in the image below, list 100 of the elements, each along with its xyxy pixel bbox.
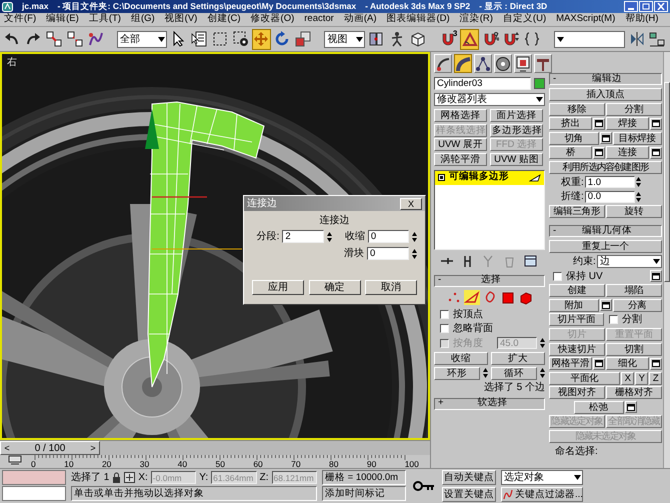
close-button[interactable]: X [400,198,422,210]
menu-item[interactable]: 图表编辑器(D) [386,14,450,25]
script-listener-field[interactable] [2,470,66,485]
panel-button[interactable]: 移除 [549,102,605,116]
panel-button[interactable]: 细化 [606,357,649,370]
time-slider-track[interactable]: < 0 / 100 > [0,440,430,455]
modifier-stack[interactable]: 可编辑多边形 [434,170,545,250]
menu-item[interactable]: 工具(T) [88,14,121,25]
panel-button[interactable]: 目标焊接 [612,132,662,145]
panel-button[interactable]: 平面化 [549,372,620,385]
scrollbar-thumb[interactable] [664,82,670,282]
script-listener-field[interactable] [2,486,66,501]
panel-button[interactable]: 焊接 [606,117,649,130]
rollout-header[interactable]: + 软选择 [434,398,545,410]
panel-button[interactable]: 编辑三角形 [549,204,605,218]
settings-button[interactable] [650,358,662,370]
rollout-header[interactable]: - 选择 [434,274,545,286]
settings-button[interactable] [650,118,662,130]
panel-button[interactable]: 栅格对齐 [606,386,662,400]
panel-button[interactable]: 桥 [549,146,592,160]
panel-tab[interactable] [454,54,472,73]
panel-button[interactable]: 切割 [606,342,662,356]
checkbox[interactable] [440,324,449,334]
dropdown[interactable] [554,30,626,48]
panel-button[interactable]: 收缩 [434,352,488,365]
menu-item[interactable]: 编辑(E) [46,14,79,25]
stack-tool-button[interactable] [522,254,538,268]
auto-key-button[interactable]: 自动关键点 [442,470,496,485]
modifier-button[interactable]: 面片选择 [490,109,543,122]
panel-button[interactable]: 分离 [612,298,662,312]
settings-button[interactable] [624,401,636,414]
panel-button[interactable]: 扩大 [491,352,545,365]
checkbox[interactable] [440,310,449,318]
scrollbar[interactable] [663,52,670,468]
input-field[interactable]: 0 [367,247,409,260]
axis-button[interactable]: Z [649,372,662,385]
panel-button[interactable]: 循环 [491,366,537,380]
modifier-button[interactable]: 网格选择 [434,109,487,122]
constraint-dropdown[interactable]: 边 [596,254,662,268]
settings-button[interactable] [600,132,612,144]
name-field[interactable]: Cylinder03 [434,77,531,90]
minimize-button[interactable] [624,1,638,12]
next-frame-button[interactable]: > [87,442,99,454]
menu-item[interactable]: 帮助(H) [625,14,658,25]
subobject-button[interactable] [518,290,534,304]
dialog-button[interactable]: 应用 [252,280,304,295]
panel-button[interactable]: 连接 [606,146,649,160]
settings-button[interactable] [650,146,662,159]
menu-item[interactable]: reactor [304,14,334,25]
modifier-list-dropdown[interactable]: 修改器列表 [434,93,545,106]
input-field[interactable]: 0 [368,230,409,243]
panel-button[interactable]: 切角 [549,132,598,145]
panel-button[interactable]: 环形 [434,366,480,380]
toolbar-button[interactable] [189,28,208,50]
checkbox[interactable] [609,315,618,324]
menu-item[interactable]: 视图(V) [164,14,198,25]
modifier-button[interactable]: 多边形选择 [490,124,543,136]
viewport[interactable]: 右 连接边 X 连接边 分段: 2 收缩 0 滑块 0 应用 确定 取消 [0,52,430,440]
menu-item[interactable]: 自定义(U) [502,14,546,25]
dropdown[interactable]: 全部 [117,30,167,48]
panel-button[interactable]: 塌陷 [606,284,662,298]
modifier-button[interactable]: 涡轮平滑 [434,152,487,166]
close-button[interactable] [654,1,668,12]
rollout-header[interactable]: - 编辑边 [549,73,662,85]
panel-button[interactable]: 视图对齐 [549,386,605,400]
menu-item[interactable]: 组(G) [130,14,155,25]
maximize-button[interactable] [639,1,653,12]
key-target-dropdown[interactable]: 选定对象 [501,470,583,485]
panel-button[interactable]: 快速切片 [549,342,605,356]
settings-button[interactable] [650,270,662,282]
panel-button[interactable]: 分割 [606,102,662,116]
checkbox[interactable] [553,272,562,281]
menu-item[interactable]: 渲染(R) [460,14,493,25]
settings-button[interactable] [593,358,605,370]
panel-button[interactable]: 松弛 [574,400,624,414]
rollout-header[interactable]: - 编辑几何体 [549,225,662,238]
toolbar-button[interactable]: 3 [439,28,458,50]
color-swatch[interactable] [534,78,545,89]
number-field[interactable]: 1.0 [584,176,635,188]
key-filters-button[interactable]: 关键点过滤器... [501,487,583,502]
menu-item[interactable]: 动画(A) [344,14,377,25]
menu-item[interactable]: 文件(F) [4,14,36,25]
menu-item[interactable]: 创建(C) [207,14,241,25]
settings-button[interactable] [593,146,605,159]
subobject-button[interactable] [464,290,480,304]
panel-button[interactable]: 挤出 [549,117,592,130]
settings-button[interactable] [600,299,612,312]
panel-button[interactable]: 重复上一个 [549,240,662,254]
input-field[interactable]: 2 [282,230,324,243]
modifier-button[interactable]: UVW 展开 [434,138,487,151]
subobject-button[interactable] [500,290,516,304]
axis-button[interactable]: Y [635,372,648,385]
panel-button[interactable]: 旋转 [606,204,662,218]
toolbar-button[interactable] [44,28,64,50]
number-field[interactable]: 0.0 [584,190,635,203]
panel-button[interactable]: 创建 [549,284,605,298]
previous-frame-button[interactable]: < [1,442,13,454]
axis-button[interactable]: X [621,372,634,385]
dialog-button[interactable]: 确定 [308,280,360,295]
modifier-button[interactable]: UVW 贴图 [490,152,543,166]
